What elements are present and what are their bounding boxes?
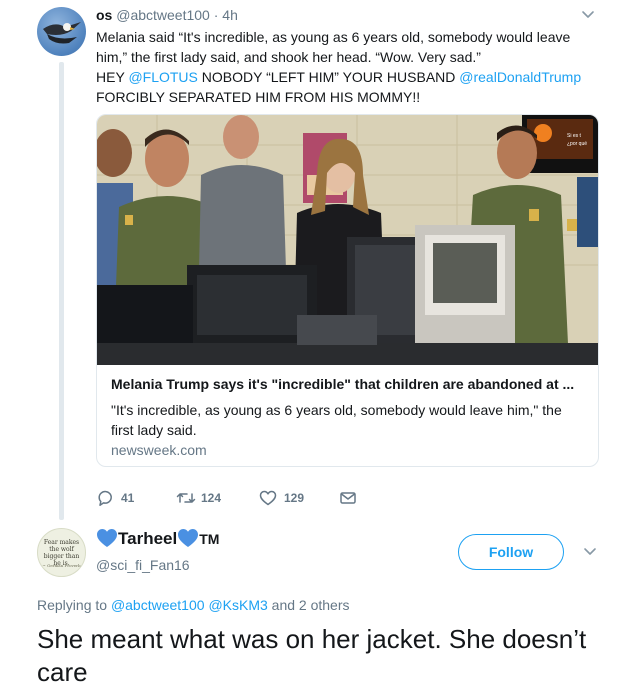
tweet-text-fragment: HEY: [96, 69, 129, 85]
header-separator: ·: [209, 7, 223, 23]
mention-link[interactable]: @realDonaldTrump: [459, 69, 581, 85]
like-button[interactable]: 129: [259, 489, 329, 507]
card-photo: Si es t ¿por qué: [97, 115, 598, 365]
replying-to-prefix: Replying to: [37, 597, 111, 613]
chevron-down-icon[interactable]: [580, 9, 596, 21]
follow-button[interactable]: Follow: [458, 534, 564, 570]
tweet-text-fragment: NOBODY “LEFT HIM” YOUR HUSBAND: [197, 69, 460, 85]
tweet-timestamp[interactable]: 4h: [222, 7, 238, 23]
link-card[interactable]: Si es t ¿por qué Melania Trump says it's…: [96, 114, 599, 467]
reply-button[interactable]: 41: [96, 489, 156, 507]
mention-link[interactable]: @KsKM3: [208, 597, 267, 613]
tv-screen-text: ¿por qué: [567, 141, 587, 147]
blue-heart-emoji-icon: [178, 529, 199, 547]
thread-line: [59, 62, 64, 520]
like-count: 129: [284, 491, 305, 505]
reply-author-handle[interactable]: @sci_fi_Fan16: [96, 557, 190, 573]
reply-author-name-suffix: TM: [199, 531, 220, 547]
chevron-down-icon[interactable]: [582, 546, 598, 558]
retweet-icon: [176, 493, 196, 503]
tweet-text-line: FORCIBLY SEPARATED HIM FROM HIS MOMMY!!: [96, 89, 421, 105]
reply-author-avatar[interactable]: Fear makes the wolf bigger than he is. ~…: [37, 528, 86, 577]
reply-text: She meant what was on her jacket. She do…: [37, 624, 587, 687]
blue-heart-emoji-icon: [97, 529, 117, 547]
retweet-count: 124: [201, 491, 222, 505]
retweet-button[interactable]: 124: [176, 489, 246, 507]
replying-to-suffix[interactable]: and 2 others: [268, 597, 350, 613]
card-title[interactable]: Melania Trump says it's "incredible" tha…: [111, 376, 591, 392]
tweet-author-handle[interactable]: @abctweet100: [116, 7, 210, 23]
heart-icon: [259, 490, 277, 506]
mention-link[interactable]: @FLOTUS: [128, 69, 197, 85]
avatar-quote-author: ~ German Proverb: [42, 563, 81, 568]
card-domain[interactable]: newsweek.com: [111, 442, 207, 458]
tweet-text: Melania said “It's incredible, as young …: [96, 27, 596, 107]
reply-icon: [98, 490, 112, 506]
tweet-author-avatar[interactable]: [37, 7, 86, 56]
reply-author-name-text: Tarheel: [118, 529, 178, 548]
eagle-avatar-image: [43, 22, 81, 44]
direct-message-button[interactable]: [339, 489, 359, 507]
tweet-text-line: HEY @FLOTUS NOBODY “LEFT HIM” YOUR HUSBA…: [96, 67, 596, 87]
replying-to: Replying to @abctweet100 @KsKM3 and 2 ot…: [37, 597, 350, 613]
card-description: "It's incredible, as young as 6 years ol…: [111, 402, 562, 438]
tweet-author-name[interactable]: os: [96, 7, 112, 23]
reply-author-name[interactable]: Tarheel TM: [96, 528, 219, 552]
reply-count: 41: [121, 491, 135, 505]
mention-link[interactable]: @abctweet100: [111, 597, 205, 613]
envelope-icon: [340, 492, 356, 504]
tv-screen-text: Si es t: [567, 133, 582, 139]
tweet-header: os @abctweet100 · 4h: [96, 7, 238, 23]
tweet-text-line: Melania said “It's incredible, as young …: [96, 29, 571, 65]
